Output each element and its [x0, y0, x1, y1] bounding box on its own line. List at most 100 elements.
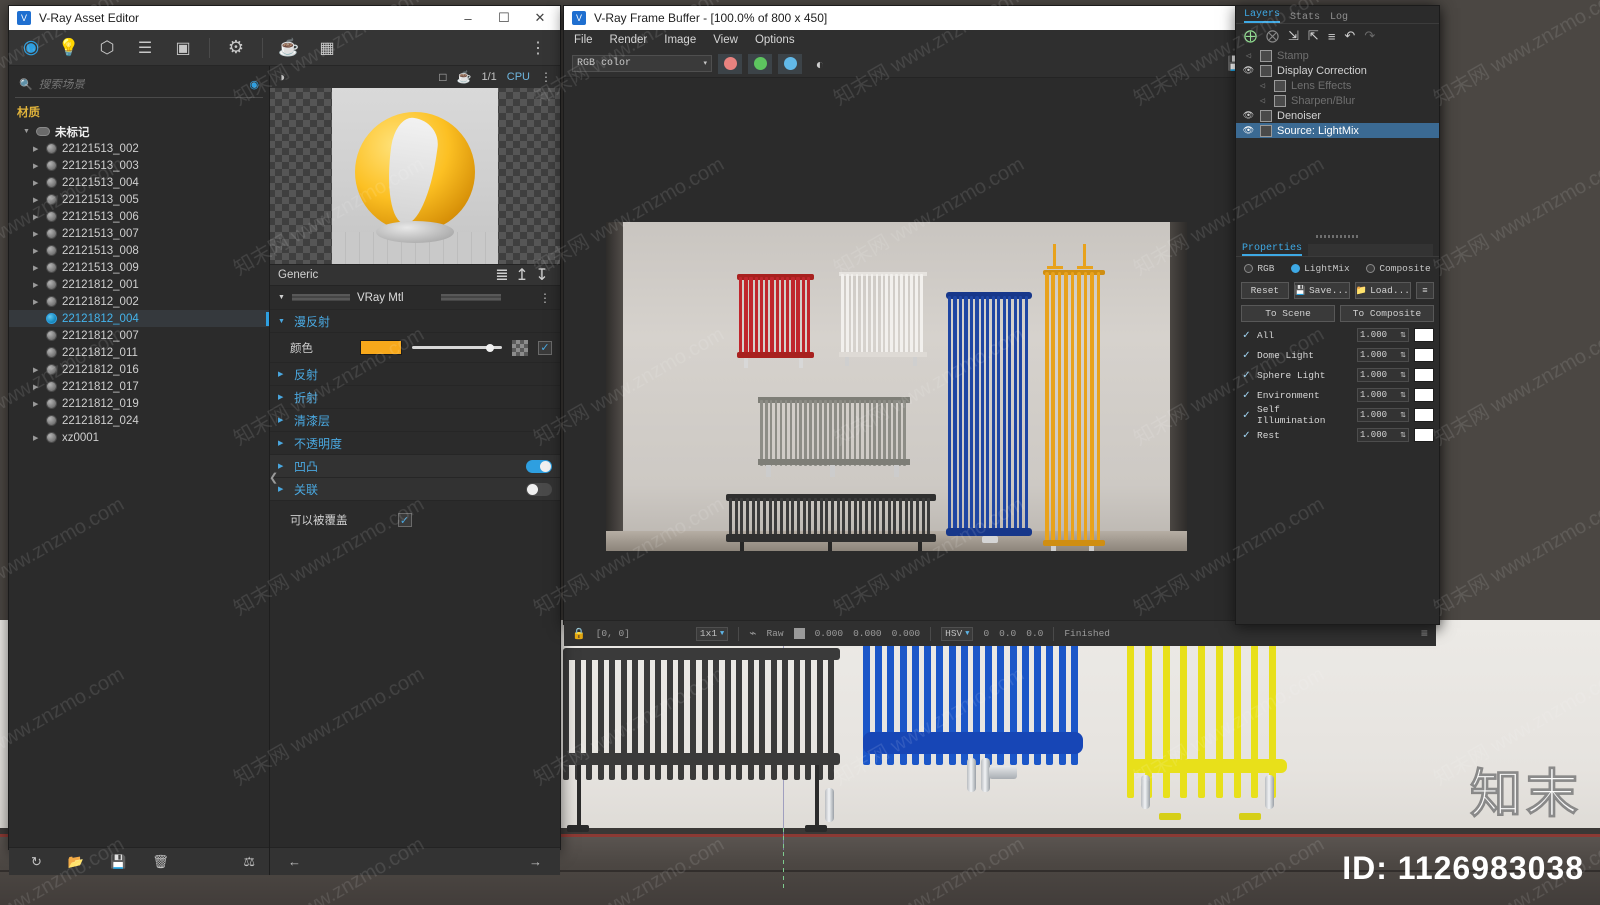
chevron-down-icon[interactable]: ▼ — [278, 294, 285, 301]
minimize-button[interactable]: – — [450, 7, 486, 30]
material-item-22121513_008[interactable]: ▶ 22121513_008 — [9, 242, 269, 259]
chevron-right-icon[interactable]: ▶ — [33, 230, 41, 238]
lightmix-row-dome-light[interactable]: ✓ Dome Light 1.000 ⇅ — [1236, 345, 1439, 365]
tab-log[interactable]: Log — [1330, 12, 1348, 23]
folder-open-icon[interactable]: 📂 — [68, 854, 84, 870]
material-item-22121812_011[interactable]: 22121812_011 — [9, 344, 269, 361]
render-elements-tab-icon[interactable]: ☰ — [133, 36, 157, 60]
properties-buttons-row[interactable]: Reset 💾 Save... 📁 Load... ≡ — [1236, 279, 1439, 302]
viewport-yellow-radiator[interactable] — [1127, 620, 1287, 820]
chevron-right-icon[interactable]: ▶ — [278, 485, 286, 493]
chevron-right-icon[interactable]: ▶ — [33, 213, 41, 221]
search-bar[interactable]: 🔍 ◉ — [15, 72, 263, 98]
alpha-channel-button[interactable]: ◐ — [808, 53, 832, 75]
eye-off-icon[interactable]: ⏿ — [1256, 95, 1269, 106]
lightmix-enable-checkbox[interactable]: ✓ — [1241, 370, 1252, 381]
can-override-checkbox[interactable]: ✓ — [397, 513, 412, 527]
material-item-22121812_024[interactable]: 22121812_024 — [9, 412, 269, 429]
options-list-button[interactable]: ≡ — [1416, 282, 1434, 299]
radio-lightmix[interactable]: LightMix — [1291, 263, 1350, 274]
sliders-icon[interactable]: ≣ — [492, 267, 512, 284]
lightmix-row-environment[interactable]: ✓ Environment 1.000 ⇅ — [1236, 385, 1439, 405]
material-item-22121812_007[interactable]: 22121812_007 — [9, 327, 269, 344]
material-item-22121513_005[interactable]: ▶ 22121513_005 — [9, 191, 269, 208]
menu-image[interactable]: Image — [664, 34, 696, 46]
menu-file[interactable]: File — [574, 34, 593, 46]
chevron-right-icon[interactable]: ▶ — [33, 264, 41, 272]
chevron-right-icon[interactable]: ▶ — [33, 247, 41, 255]
preview-contrast-icon[interactable]: ◑ — [278, 70, 285, 84]
material-item-xz0001[interactable]: ▶ xz0001 — [9, 429, 269, 446]
sample-size-select[interactable]: 1x1 ▼ — [695, 626, 729, 641]
chevron-down-icon[interactable]: ▼ — [965, 630, 969, 638]
chevron-right-icon[interactable]: ▶ — [33, 434, 41, 442]
material-item-22121812_004[interactable]: 22121812_004 — [9, 310, 269, 327]
load-button[interactable]: 📁 Load... — [1354, 282, 1411, 299]
add-layer-icon[interactable]: ⨁ — [1244, 28, 1257, 44]
import-preset-icon[interactable]: ↥ — [512, 267, 532, 284]
materials-tab-icon[interactable]: ◉ — [19, 36, 43, 60]
chevron-right-icon[interactable]: ▶ — [278, 393, 286, 401]
forward-arrow-icon[interactable]: → — [529, 854, 542, 869]
param-group-opacity[interactable]: ▶ 不透明度 — [270, 432, 560, 455]
material-tree[interactable]: ▼ 未标记 ▶ 22121513_002 ▶ 22121513_003 ▶ 22121513_… — [9, 123, 269, 847]
duplicate-layer-icon[interactable]: ⇲ — [1288, 28, 1299, 44]
eye-off-icon[interactable]: ⏿ — [1242, 50, 1255, 61]
preview-toolbar[interactable]: ◑ □ ☕ 1/1 CPU ⋮ — [270, 66, 560, 88]
radio-rgb[interactable]: RGB — [1244, 263, 1274, 274]
lightmix-enable-checkbox[interactable]: ✓ — [1241, 350, 1252, 361]
lights-tab-icon[interactable]: 💡 — [57, 36, 81, 60]
lightmix-enable-checkbox[interactable]: ✓ — [1241, 330, 1252, 341]
red-channel-button[interactable] — [718, 53, 742, 74]
material-item-22121513_003[interactable]: ▶ 22121513_003 — [9, 157, 269, 174]
redo-icon[interactable]: ↷ — [1364, 28, 1375, 44]
material-item-22121812_017[interactable]: ▶ 22121812_017 — [9, 378, 269, 395]
search-filter-icon[interactable]: ◉ — [249, 78, 259, 91]
lightmix-color-swatch[interactable] — [1414, 348, 1434, 362]
dock-splitter[interactable] — [1236, 233, 1439, 240]
refresh-icon[interactable]: ↻ — [31, 854, 42, 870]
material-item-22121513_002[interactable]: ▶ 22121513_002 — [9, 140, 269, 157]
preview-menu-icon[interactable]: ⋮ — [540, 70, 552, 84]
save-button[interactable]: 💾 Save... — [1293, 282, 1350, 299]
diffuse-amount-slider[interactable] — [412, 341, 502, 355]
material-item-22121513_007[interactable]: ▶ 22121513_007 — [9, 225, 269, 242]
chevron-down-icon[interactable]: ▾ — [703, 59, 707, 68]
layer-row-sharpen-blur[interactable]: ⏿ Sharpen/Blur — [1236, 93, 1439, 108]
material-menu-icon[interactable]: ⋮ — [539, 291, 552, 305]
lightmix-enable-checkbox[interactable]: ✓ — [1241, 430, 1252, 441]
lightmix-intensity-field[interactable]: 1.000 ⇅ — [1357, 368, 1409, 382]
layer-row-source-lightmix[interactable]: 👁 Source: LightMix — [1236, 123, 1439, 138]
maximize-button[interactable]: ☐ — [486, 7, 522, 30]
lightmix-row-all[interactable]: ✓ All 1.000 ⇅ — [1236, 325, 1439, 345]
lightmix-color-swatch[interactable] — [1414, 408, 1434, 422]
diffuse-texture-button[interactable] — [512, 339, 528, 356]
layer-list-icon[interactable]: ≡ — [1328, 29, 1336, 44]
layer-row-stamp[interactable]: ⏿ Stamp — [1236, 48, 1439, 63]
material-item-22121812_016[interactable]: ▶ 22121812_016 — [9, 361, 269, 378]
tree-root-untagged[interactable]: ▼ 未标记 — [9, 123, 269, 140]
toolbar-menu-icon[interactable]: ⋮ — [526, 36, 550, 60]
menu-options[interactable]: Options — [755, 34, 795, 46]
chevron-down-icon[interactable]: ▼ — [720, 630, 724, 638]
green-channel-button[interactable] — [748, 53, 772, 74]
chevron-right-icon[interactable]: ▶ — [33, 281, 41, 289]
material-item-22121513_004[interactable]: ▶ 22121513_004 — [9, 174, 269, 191]
menu-render[interactable]: Render — [610, 34, 648, 46]
param-group-bump[interactable]: ▶ 凹凸 — [270, 455, 560, 478]
eye-icon[interactable]: 👁 — [1242, 65, 1255, 76]
lightmix-intensity-field[interactable]: 1.000 ⇅ — [1357, 388, 1409, 402]
lightmix-enable-checkbox[interactable]: ✓ — [1241, 410, 1252, 421]
vray-asset-editor-window[interactable]: V V-Ray Asset Editor – ☐ ✕ ◉ 💡 ⬡ ☰ ▣ ⚙ ☕… — [8, 5, 561, 875]
asset-list-footer[interactable]: ↻ 📂 💾 🗑 ⚖ — [9, 847, 269, 875]
stepper-icon[interactable]: ⇅ — [1400, 351, 1406, 360]
lightmix-intensity-field[interactable]: 1.000 ⇅ — [1357, 348, 1409, 362]
chevron-right-icon[interactable]: ▶ — [278, 462, 286, 470]
chevron-right-icon[interactable]: ▶ — [33, 400, 41, 408]
material-properties-panel[interactable]: ◑ □ ☕ 1/1 CPU ⋮ Generic ≣ ↥ ↧ ▼ VRay Mtl… — [269, 66, 560, 875]
reset-button[interactable]: Reset — [1241, 282, 1289, 299]
preview-teapot-icon[interactable]: ☕ — [457, 70, 472, 84]
lightmix-row-sphere-light[interactable]: ✓ Sphere Light 1.000 ⇅ — [1236, 365, 1439, 385]
param-group-binding[interactable]: ▶ 关联 — [270, 478, 560, 501]
diffuse-color-row[interactable]: 颜色 ✓ — [270, 333, 560, 363]
